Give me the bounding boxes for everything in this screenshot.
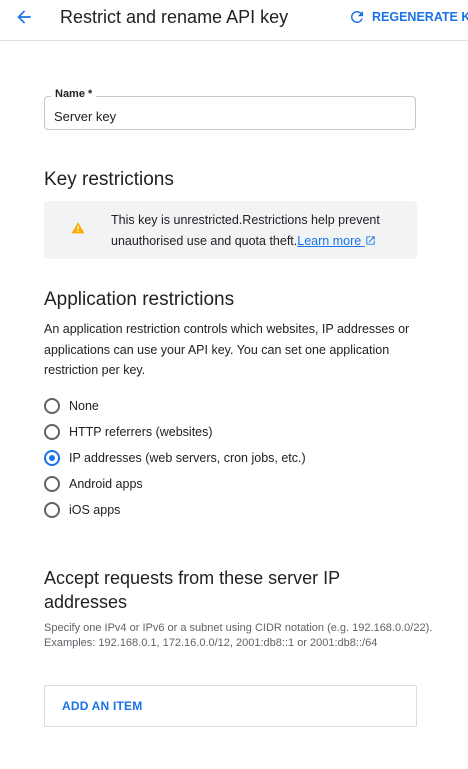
radio-label: HTTP referrers (websites) xyxy=(69,425,213,439)
warning-icon xyxy=(71,222,85,234)
learn-more-label: Learn more xyxy=(297,234,362,248)
radio-label: None xyxy=(69,399,99,413)
radio-button[interactable] xyxy=(44,398,60,414)
radio-button[interactable] xyxy=(44,502,60,518)
ip-format-hint-line: Specify one IPv4 or IPv6 or a subnet usi… xyxy=(44,622,433,634)
ip-addresses-heading: Accept requests from these server IP add… xyxy=(44,568,340,612)
external-link-icon xyxy=(366,236,375,245)
regenerate-key-label: REGENERATE KEY xyxy=(372,10,468,24)
application-restrictions-description: An application restriction controls whic… xyxy=(44,322,410,377)
radio-option-ip-addresses[interactable]: IP addresses (web servers, cron jobs, et… xyxy=(44,448,306,468)
radio-button[interactable] xyxy=(44,476,60,492)
back-button[interactable] xyxy=(10,6,38,28)
radio-option-android-apps[interactable]: Android apps xyxy=(44,474,143,494)
warning-message: This key is unrestricted.Restrictions he… xyxy=(111,210,411,252)
application-restrictions-heading: Application restrictions xyxy=(44,289,235,310)
ip-examples-line: Examples: 192.168.0.1, 172.16.0.0/12, 20… xyxy=(44,637,378,649)
radio-option-http-referrers[interactable]: HTTP referrers (websites) xyxy=(44,422,213,442)
refresh-icon xyxy=(351,10,363,23)
name-field-label: Name * xyxy=(51,88,97,100)
name-field: Name * xyxy=(44,88,416,130)
name-input[interactable] xyxy=(45,97,415,129)
radio-label: iOS apps xyxy=(69,503,121,517)
key-restrictions-heading: Key restrictions xyxy=(44,169,174,190)
radio-label: Android apps xyxy=(69,477,143,491)
add-item-button[interactable]: ADD AN ITEM xyxy=(62,699,142,713)
learn-more-link[interactable]: Learn more xyxy=(297,234,375,248)
radio-option-ios-apps[interactable]: iOS apps xyxy=(44,500,120,520)
radio-option-none[interactable]: None xyxy=(44,396,99,416)
top-app-bar: Restrict and rename API key REGENERATE K… xyxy=(0,0,468,41)
arrow-back-icon xyxy=(17,10,31,24)
regenerate-key-button[interactable]: REGENERATE KEY xyxy=(348,8,468,26)
ip-format-hint: Specify one IPv4 or IPv6 or a subnet usi… xyxy=(44,621,444,651)
radio-button-selected[interactable] xyxy=(44,450,60,466)
unrestricted-warning-banner: This key is unrestricted.Restrictions he… xyxy=(44,201,417,259)
radio-button[interactable] xyxy=(44,424,60,440)
ip-items-list: ADD AN ITEM xyxy=(44,685,417,727)
page-title: Restrict and rename API key xyxy=(60,7,289,27)
radio-label: IP addresses (web servers, cron jobs, et… xyxy=(69,451,306,465)
